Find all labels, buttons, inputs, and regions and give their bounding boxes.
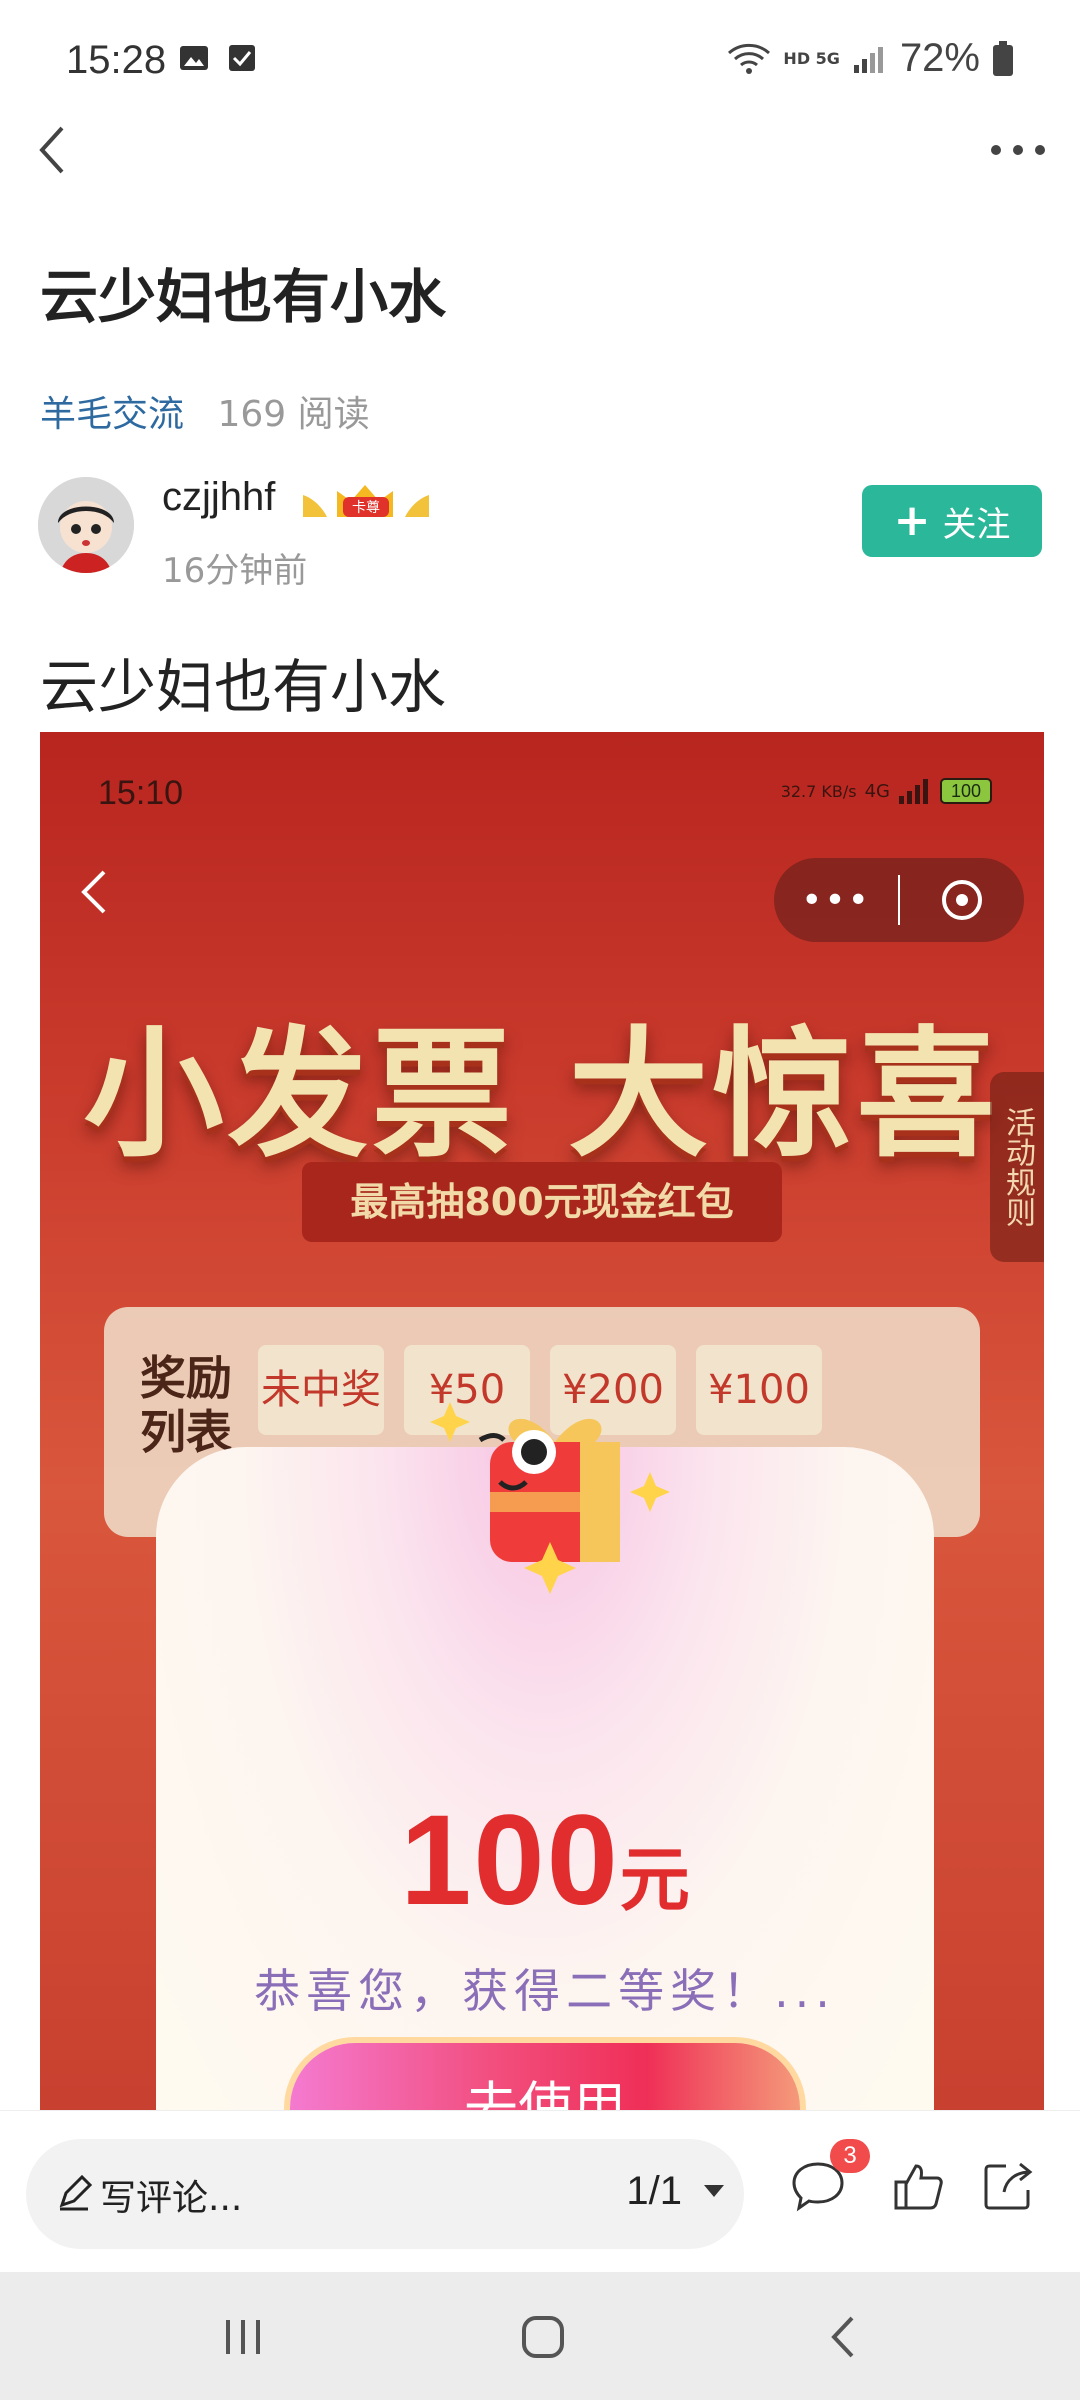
embedded-speed: 32.7 KB/s [780,781,857,801]
chevron-down-icon[interactable] [704,2185,724,2197]
recent-apps-icon[interactable] [218,2312,268,2362]
embedded-status: 32.7 KB/s 4G 100 [781,778,992,804]
nav-bar [0,110,1080,190]
like-icon[interactable] [888,2156,948,2216]
post-category-link[interactable]: 羊毛交流 [40,394,184,435]
embedded-more-icon: ••• [801,879,871,921]
post-body-text: 云少妇也有小水 [40,653,447,721]
use-button: 去使用 [290,2043,800,2110]
follow-button[interactable]: + 关注 [862,485,1042,557]
reward-list-title: 奖励列表 [140,1351,232,1459]
wifi-icon [728,43,771,74]
comment-placeholder: 写评论... [100,2178,243,2219]
back-icon[interactable] [22,120,82,180]
status-right: HD 5G 72% [727,36,1014,81]
prize-amount-value: 100 [400,1789,620,1932]
status-bar: 15:28 HD 5G 72% [0,0,1080,120]
reward-tile: 未中奖 [258,1345,384,1435]
embedded-capsule: ••• [774,858,1024,942]
embedded-time: 15:10 [98,774,184,812]
vip-badge: 卡尊 [303,485,429,517]
reward-tile: ¥100 [696,1345,822,1435]
battery-icon [993,40,1013,76]
embedded-back-icon [81,870,106,914]
embedded-battery: 100 [940,778,992,804]
comment-input[interactable]: 写评论... 1/1 [26,2139,744,2249]
prize-amount: 100元 [156,1787,934,1934]
follow-label: 关注 [942,504,1011,545]
avatar-image [38,477,134,573]
comment-count-badge: 3 [830,2139,870,2173]
post-time: 16分钟前 [162,551,308,591]
checkbox-icon [229,45,255,71]
bottom-bar: 写评论... 1/1 3 [0,2110,1080,2272]
post-image[interactable]: 15:10 32.7 KB/s 4G 100 ••• 小发票 大惊喜 最高抽80… [40,732,1044,2110]
embedded-close-icon [900,878,1024,922]
embedded-rules: 活动规则 [990,1072,1044,1262]
network-type: HD 5G [783,49,840,68]
more-icon[interactable] [978,120,1058,180]
plus-icon: + [893,495,931,546]
author-name[interactable]: czjjhhf [162,475,275,520]
author-row: czjjhhf 卡尊 16分钟前 + 关注 [38,475,1042,595]
embedded-subheadline: 最高抽800元现金红包 [302,1162,782,1242]
embedded-net: 4G [864,780,890,802]
home-icon[interactable] [518,2312,568,2362]
badge-text: 卡尊 [352,499,380,516]
status-time: 15:28 [66,38,167,82]
avatar[interactable] [38,477,134,573]
read-count: 169 阅读 [217,394,370,435]
post-meta: 羊毛交流 169 阅读 [40,385,370,437]
embedded-headline: 小发票 大惊喜 [83,1013,1001,1177]
prize-congrats: 恭喜您，获得二等奖！... [254,1964,836,2018]
signal-icon [853,46,883,73]
page-indicator[interactable]: 1/1 [626,2169,682,2214]
share-icon[interactable] [978,2156,1038,2216]
battery-percent: 72% [899,36,980,80]
gallery-icon [180,46,208,70]
pencil-icon [59,2174,93,2211]
system-nav-bar [0,2272,1080,2400]
gift-mascot-icon [430,1402,670,1594]
embedded-signal-icon [899,779,928,804]
prize-amount-unit: 元 [619,1841,690,1919]
post-title: 云少妇也有小水 [40,263,447,331]
system-back-icon[interactable] [820,2312,870,2362]
